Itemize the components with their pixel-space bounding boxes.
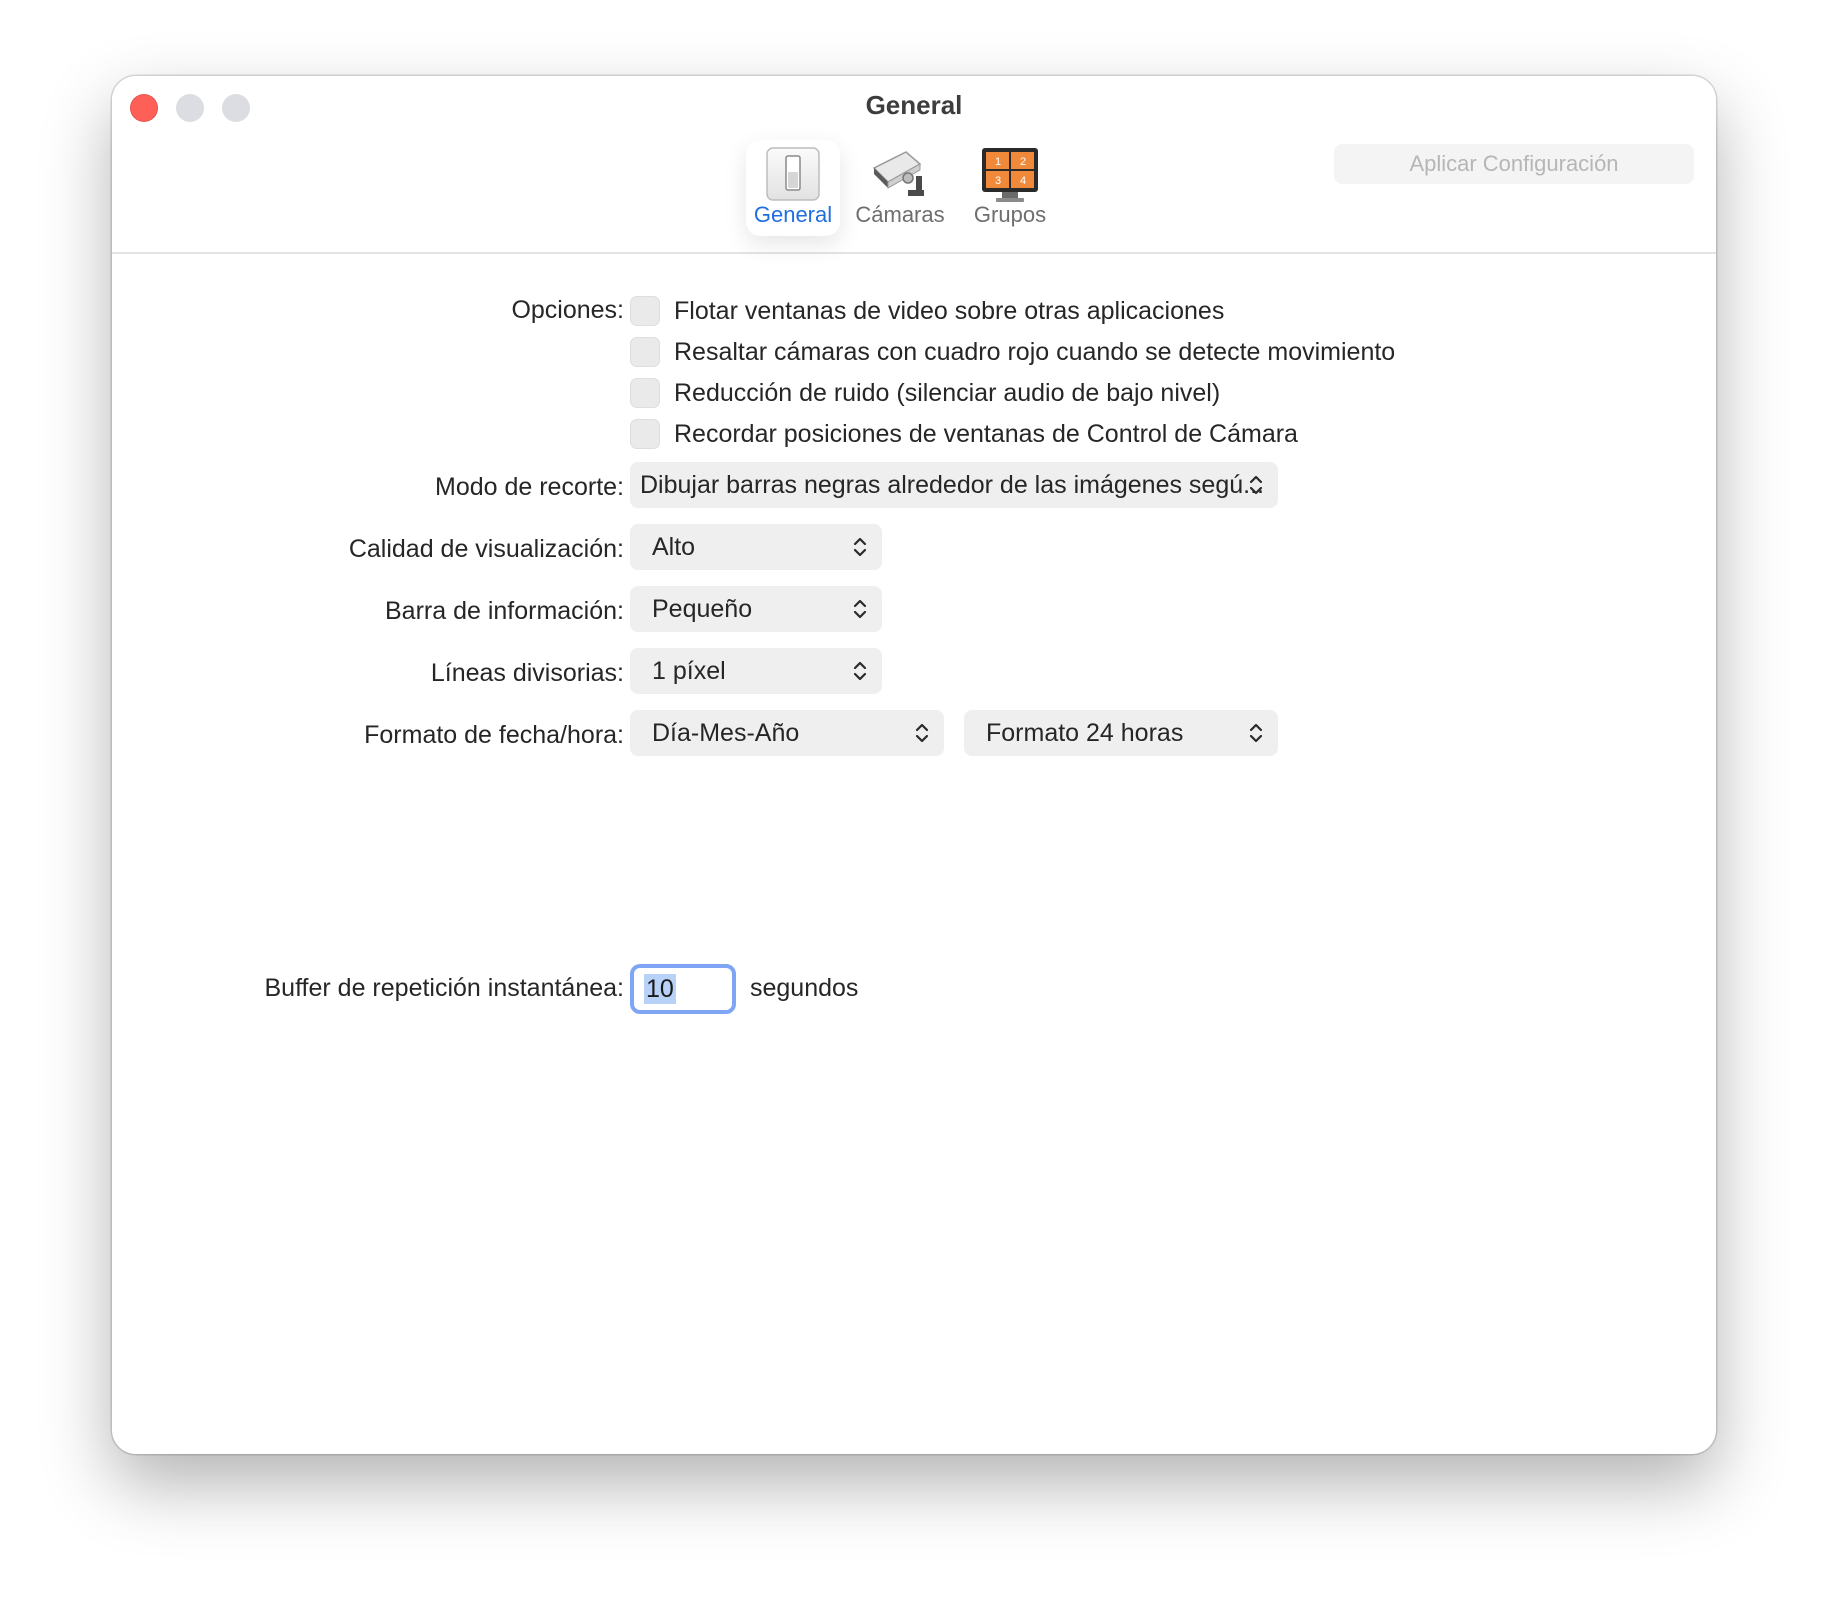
datetime-format-label: Formato de fecha/hora: bbox=[364, 721, 624, 749]
svg-text:1: 1 bbox=[995, 156, 1001, 168]
replay-buffer-unit: segundos bbox=[750, 974, 859, 1002]
info-bar-label: Barra de información: bbox=[384, 597, 624, 625]
divider-lines-label: Líneas divisorias: bbox=[430, 659, 624, 687]
chevron-updown-icon bbox=[853, 661, 867, 681]
display-quality-value: Alto bbox=[652, 533, 696, 561]
camera-grid-monitor-icon: 1 2 3 4 bbox=[980, 146, 1040, 209]
chevron-updown-icon bbox=[1249, 475, 1263, 495]
crop-mode-popup[interactable]: Dibujar barras negras alrededor de las i… bbox=[630, 462, 1278, 508]
chevron-updown-icon bbox=[1249, 723, 1263, 743]
highlight-motion-checkbox[interactable] bbox=[630, 337, 660, 367]
tab-cameras[interactable]: Cámaras bbox=[848, 140, 952, 236]
info-bar-popup[interactable]: Pequeño bbox=[630, 586, 882, 632]
chevron-updown-icon bbox=[853, 537, 867, 557]
replay-buffer-input[interactable]: 10 bbox=[630, 964, 736, 1014]
preferences-window: General General Cámaras 1 2 3 4 Grupos A… bbox=[112, 76, 1716, 1454]
replay-buffer-label: Buffer de repetición instantánea: bbox=[264, 974, 624, 1002]
info-bar-value: Pequeño bbox=[652, 595, 753, 623]
crop-mode-label: Modo de recorte: bbox=[435, 473, 624, 501]
time-format-value: Formato 24 horas bbox=[986, 719, 1184, 747]
highlight-motion-label[interactable]: Resaltar cámaras con cuadro rojo cuando … bbox=[674, 338, 1395, 367]
tab-groups[interactable]: 1 2 3 4 Grupos bbox=[960, 140, 1060, 236]
tab-groups-label: Grupos bbox=[973, 202, 1047, 227]
remember-positions-checkbox[interactable] bbox=[630, 419, 660, 449]
switch-icon bbox=[765, 146, 821, 207]
date-format-value: Día-Mes-Año bbox=[652, 719, 800, 747]
security-camera-icon bbox=[868, 146, 932, 207]
replay-buffer-value: 10 bbox=[644, 974, 676, 1004]
float-windows-label[interactable]: Flotar ventanas de video sobre otras apl… bbox=[674, 297, 1224, 326]
noise-reduction-label[interactable]: Reducción de ruido (silenciar audio de b… bbox=[674, 379, 1220, 408]
chevron-updown-icon bbox=[853, 599, 867, 619]
chevron-updown-icon bbox=[915, 723, 929, 743]
svg-text:4: 4 bbox=[1020, 175, 1026, 187]
time-format-popup[interactable]: Formato 24 horas bbox=[964, 710, 1278, 756]
svg-text:2: 2 bbox=[1020, 156, 1026, 168]
window-title: General bbox=[865, 90, 963, 120]
display-quality-popup[interactable]: Alto bbox=[630, 524, 882, 570]
divider-lines-value: 1 píxel bbox=[652, 657, 726, 685]
options-label: Opciones: bbox=[511, 296, 624, 324]
tab-cameras-label: Cámaras bbox=[855, 202, 945, 227]
tab-general-label: General bbox=[753, 202, 833, 227]
apply-settings-button[interactable]: Aplicar Configuración bbox=[1334, 144, 1694, 184]
titlebar: General General Cámaras 1 2 3 4 Grupos A… bbox=[112, 76, 1716, 254]
display-quality-label: Calidad de visualización: bbox=[348, 535, 624, 563]
date-format-popup[interactable]: Día-Mes-Año bbox=[630, 710, 944, 756]
tab-general[interactable]: General bbox=[746, 140, 840, 236]
noise-reduction-checkbox[interactable] bbox=[630, 378, 660, 408]
remember-positions-label[interactable]: Recordar posiciones de ventanas de Contr… bbox=[674, 420, 1298, 449]
crop-mode-value: Dibujar barras negras alrededor de las i… bbox=[640, 471, 1264, 499]
general-settings-pane: Opciones: Flotar ventanas de video sobre… bbox=[112, 254, 1716, 1454]
float-windows-checkbox[interactable] bbox=[630, 296, 660, 326]
divider-lines-popup[interactable]: 1 píxel bbox=[630, 648, 882, 694]
svg-text:3: 3 bbox=[995, 175, 1001, 187]
